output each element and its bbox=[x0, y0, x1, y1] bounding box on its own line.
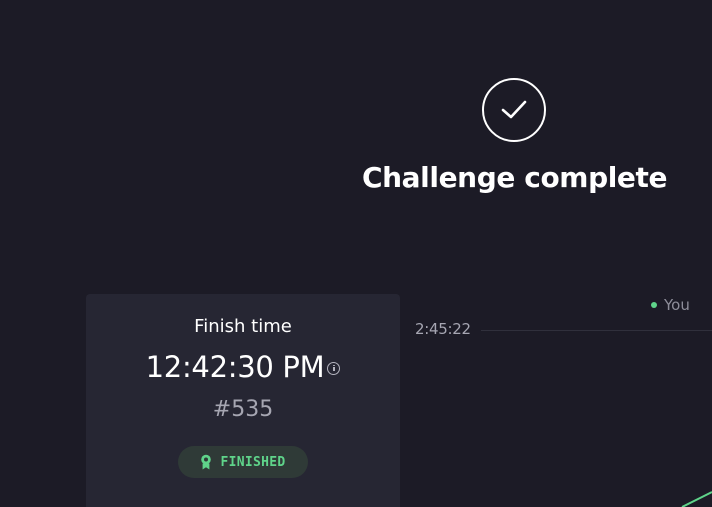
challenge-complete-page: Challenge complete Finish time 12:42:30 … bbox=[0, 0, 712, 507]
chart-series-line bbox=[681, 491, 712, 507]
